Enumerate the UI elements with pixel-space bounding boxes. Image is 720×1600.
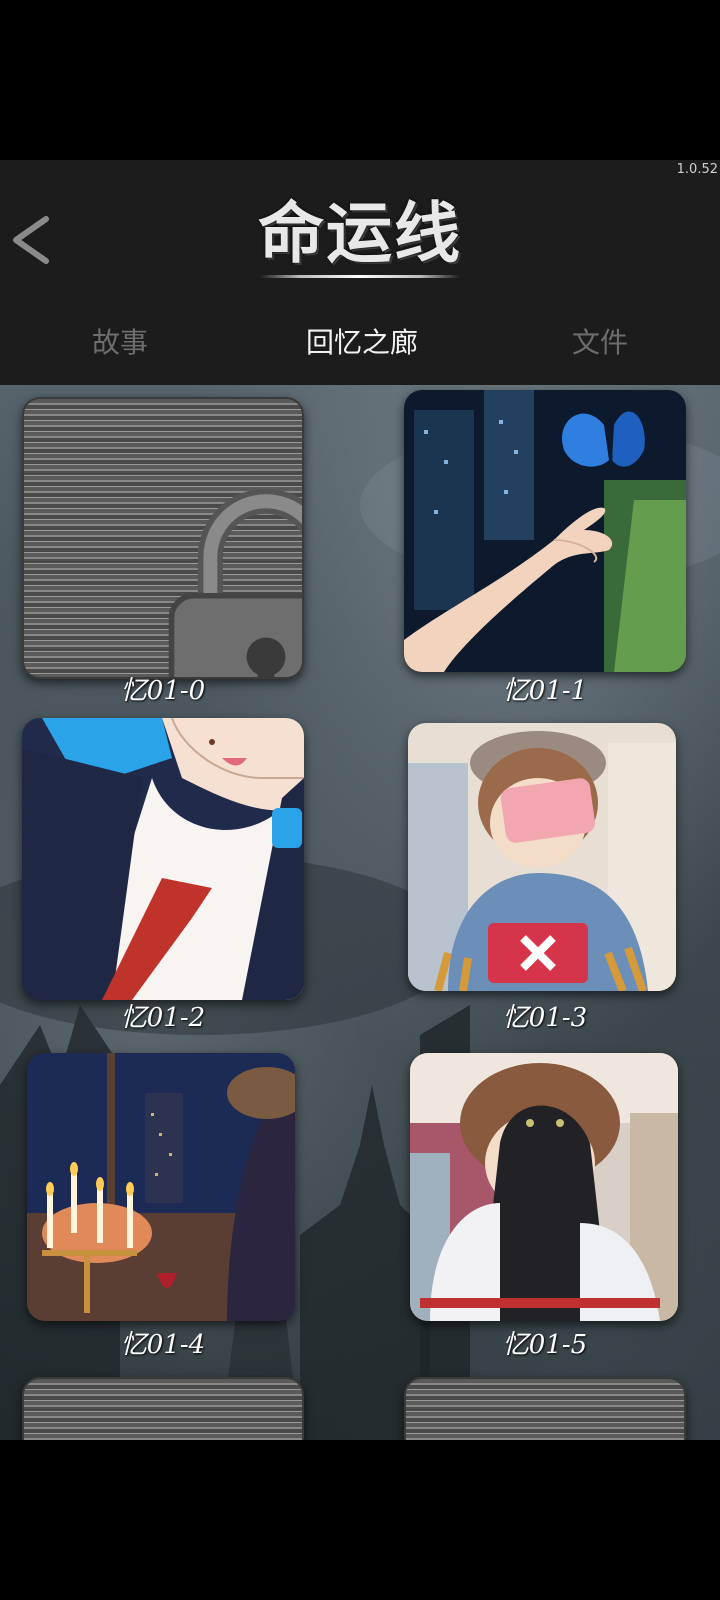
gallery-item-thumbnail[interactable] (408, 723, 676, 991)
gallery-item-thumbnail[interactable] (410, 1053, 678, 1321)
gallery-item-label: 忆01-1 (502, 676, 588, 706)
gallery-item-locked[interactable] (404, 1377, 686, 1440)
tab-files[interactable]: 文件 (500, 315, 700, 371)
page-title: 命运线 (230, 194, 490, 278)
lock-icon (168, 488, 302, 677)
page-title-text: 命运线 (258, 194, 462, 272)
gallery-content[interactable]: 忆01-0 忆01-1 忆01-2 忆01-3 忆01-4 忆01-5 (0, 385, 720, 1440)
chevron-left-icon (13, 216, 49, 264)
hand-butterfly-image (404, 390, 686, 672)
student-red-tie-image (22, 718, 304, 1000)
gallery-item-label: 忆01-5 (502, 1330, 588, 1360)
title-underline (260, 275, 460, 278)
gallery-item-locked[interactable] (22, 397, 304, 679)
gallery-item-label: 忆01-2 (120, 1003, 206, 1033)
gallery-item-thumbnail[interactable] (27, 1053, 295, 1321)
back-button[interactable] (4, 205, 64, 275)
candles-window-image (27, 1053, 295, 1321)
gallery-item-thumbnail[interactable] (22, 718, 304, 1000)
tab-memory-gallery[interactable]: 回忆之廊 (262, 315, 462, 371)
gallery-item-label: 忆01-4 (120, 1330, 206, 1360)
version-label: 1.0.52 (676, 162, 718, 177)
boy-black-cat-image (410, 1053, 678, 1321)
status-bar-area (0, 0, 720, 160)
gallery-item-locked[interactable] (22, 1377, 304, 1440)
tab-story[interactable]: 故事 (20, 315, 220, 371)
gallery-item-label: 忆01-0 (120, 676, 206, 706)
gallery-item-label: 忆01-3 (502, 1003, 588, 1033)
gallery-item-thumbnail[interactable] (404, 390, 686, 672)
boy-phone-cap-image (408, 723, 676, 991)
navigation-bar-area (0, 1440, 720, 1600)
tab-bar: 故事 回忆之廊 文件 (0, 315, 720, 371)
